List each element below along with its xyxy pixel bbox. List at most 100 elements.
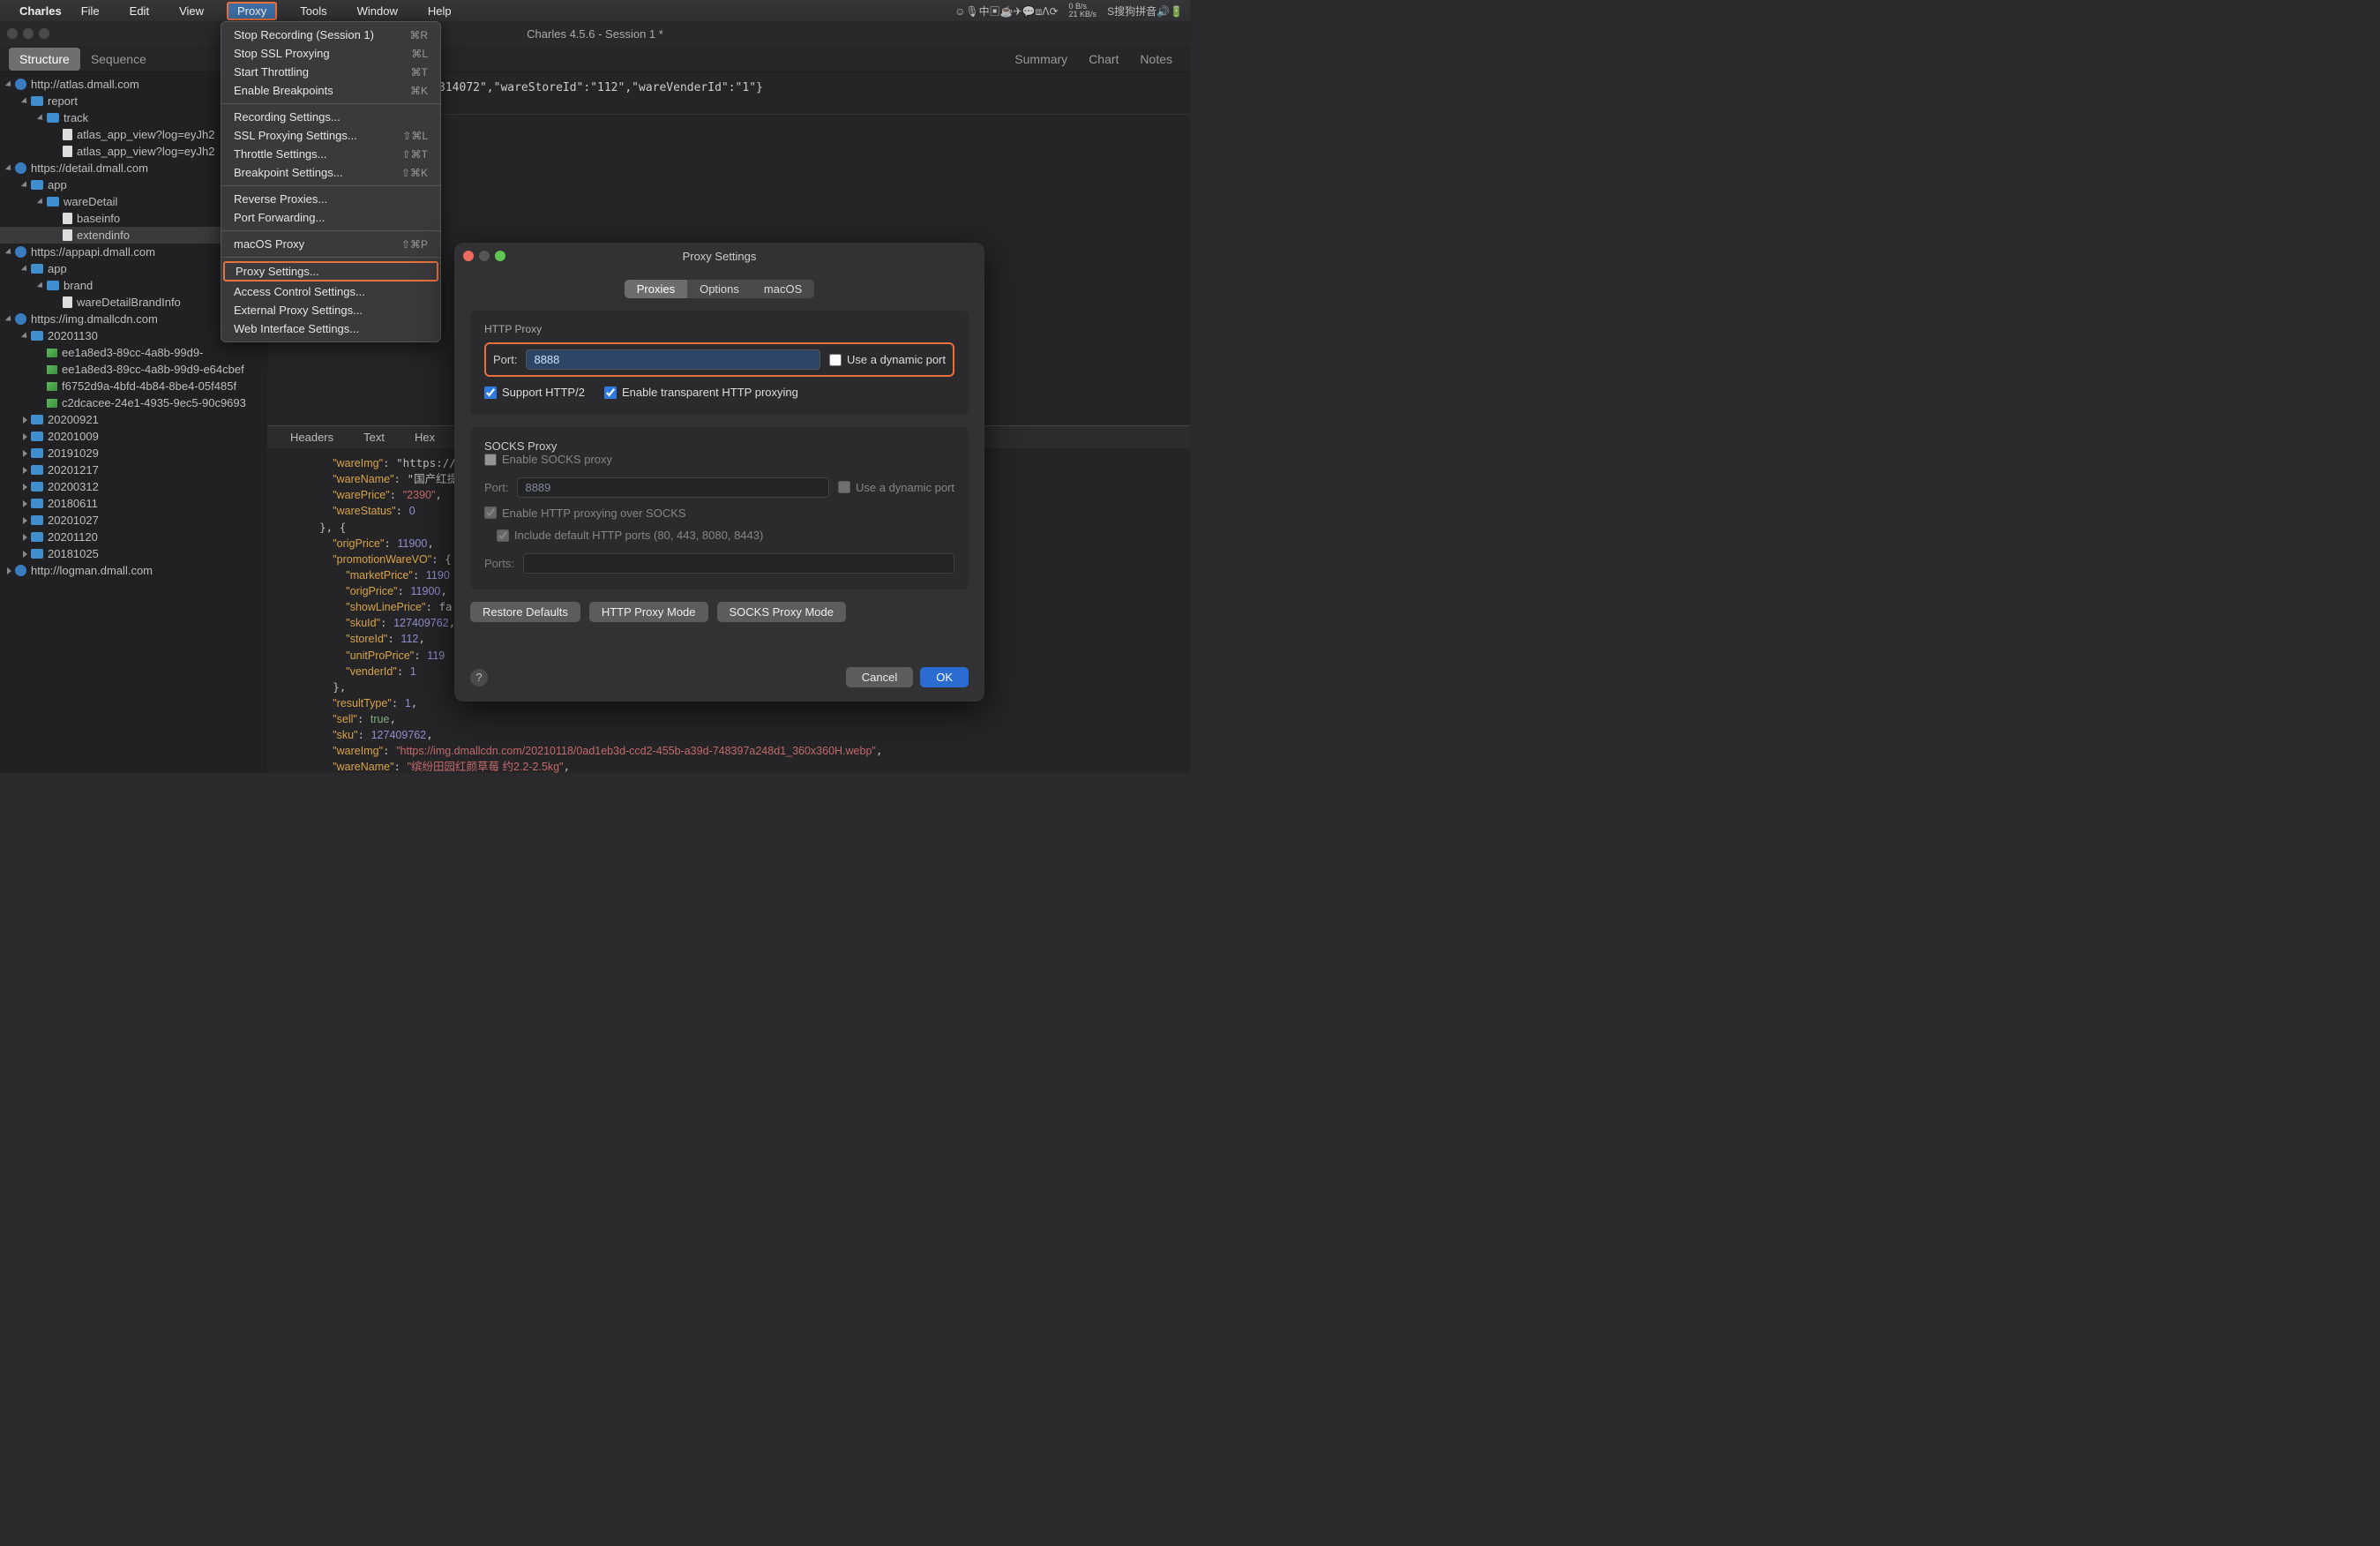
menu-item[interactable]: Stop SSL Proxying⌘L	[221, 44, 440, 63]
tree-row[interactable]: 20181025	[0, 545, 267, 562]
cancel-button[interactable]: Cancel	[846, 667, 913, 687]
folder-icon	[31, 415, 43, 424]
tree-row[interactable]: c2dcacee-24e1-4935-9ec5-90c9693	[0, 394, 267, 411]
tree-label: 20201130	[48, 329, 98, 342]
socks-title: SOCKS Proxy	[484, 439, 954, 453]
http-proxy-mode-button[interactable]: HTTP Proxy Mode	[589, 602, 708, 622]
http-over-socks-checkbox[interactable]: Enable HTTP proxying over SOCKS	[484, 507, 686, 520]
menu-tools[interactable]: Tools	[293, 3, 333, 19]
menu-item[interactable]: External Proxy Settings...	[221, 301, 440, 319]
menu-item[interactable]: Breakpoint Settings...⇧⌘K	[221, 163, 440, 182]
http-port-input[interactable]	[526, 349, 820, 370]
menu-help[interactable]: Help	[421, 3, 459, 19]
menu-item[interactable]: Recording Settings...	[221, 108, 440, 126]
view-tab-sequence[interactable]: Sequence	[80, 48, 157, 71]
tree-row[interactable]: http://logman.dmall.com	[0, 562, 267, 579]
tree-row[interactable]: 20201009	[0, 428, 267, 445]
status-icon[interactable]: ✈	[1014, 5, 1022, 18]
network-stats: 0 B/s21 KB/s	[1069, 3, 1097, 19]
http-proxy-title: HTTP Proxy	[484, 323, 954, 335]
menu-item[interactable]: Reverse Proxies...	[221, 190, 440, 208]
status-extra[interactable]: S	[1107, 5, 1114, 18]
file-icon	[63, 296, 72, 308]
socks-port-input[interactable]	[517, 477, 829, 498]
app-name[interactable]: Charles	[19, 4, 62, 18]
seg-options[interactable]: Options	[687, 280, 752, 298]
tree-label: app	[48, 178, 67, 191]
menu-item[interactable]: Throttle Settings...⇧⌘T	[221, 145, 440, 163]
status-icon[interactable]: 💬	[1022, 5, 1036, 18]
tree-row[interactable]: ee1a8ed3-89cc-4a8b-99d9-	[0, 344, 267, 361]
menu-item[interactable]: Enable Breakpoints⌘K	[221, 81, 440, 100]
tree-label: 20201217	[48, 463, 99, 477]
menu-edit[interactable]: Edit	[123, 3, 156, 19]
json-tab-text[interactable]: Text	[349, 427, 399, 447]
status-extra[interactable]: 🔊	[1156, 5, 1170, 18]
include-default-ports-checkbox[interactable]: Include default HTTP ports (80, 443, 808…	[497, 529, 763, 542]
view-tabs: StructureSequence Summary Chart Notes	[0, 46, 1190, 72]
seg-macos[interactable]: macOS	[752, 280, 814, 298]
status-extra[interactable]: 搜狗拼音	[1114, 5, 1156, 18]
tree-row[interactable]: 20201120	[0, 529, 267, 545]
tree-row[interactable]: 20201027	[0, 512, 267, 529]
status-icon[interactable]: 中	[979, 5, 990, 18]
menu-item[interactable]: SSL Proxying Settings...⇧⌘L	[221, 126, 440, 145]
menu-item[interactable]: macOS Proxy⇧⌘P	[221, 235, 440, 253]
image-icon	[47, 365, 57, 374]
tree-row[interactable]: 20200921	[0, 411, 267, 428]
tree-row[interactable]: 20200312	[0, 478, 267, 495]
menu-item[interactable]: Web Interface Settings...	[221, 319, 440, 338]
dialog-traffic-lights[interactable]	[463, 251, 505, 261]
restore-defaults-button[interactable]: Restore Defaults	[470, 602, 580, 622]
head-tab-chart[interactable]: Chart	[1089, 52, 1119, 66]
socks-proxy-mode-button[interactable]: SOCKS Proxy Mode	[717, 602, 847, 622]
menu-file[interactable]: File	[74, 3, 107, 19]
socks-dynamic-port-checkbox[interactable]: Use a dynamic port	[838, 481, 954, 494]
dialog-segments[interactable]: ProxiesOptionsmacOS	[454, 280, 984, 298]
help-button[interactable]: ?	[470, 669, 488, 687]
tree-label: 20201120	[48, 530, 98, 544]
menu-item[interactable]: Stop Recording (Session 1)⌘R	[221, 26, 440, 44]
file-icon	[63, 129, 72, 140]
socks-ports-input[interactable]	[523, 553, 954, 574]
view-tab-structure[interactable]: Structure	[9, 48, 80, 71]
folder-icon	[31, 499, 43, 508]
menu-item[interactable]: Proxy Settings...	[223, 261, 438, 281]
head-tab-notes[interactable]: Notes	[1140, 52, 1172, 66]
tree-row[interactable]: 20191029	[0, 445, 267, 462]
status-extra[interactable]: 🔋	[1170, 5, 1183, 18]
proxy-menu-dropdown[interactable]: Stop Recording (Session 1)⌘RStop SSL Pro…	[221, 21, 441, 342]
image-icon	[47, 382, 57, 391]
ok-button[interactable]: OK	[920, 667, 969, 687]
menu-item[interactable]: Start Throttling⌘T	[221, 63, 440, 81]
http-dynamic-port-checkbox[interactable]: Use a dynamic port	[829, 353, 946, 366]
dialog-title: Proxy Settings	[683, 250, 757, 263]
menu-window[interactable]: Window	[350, 3, 405, 19]
tree-row[interactable]: 20201217	[0, 462, 267, 478]
tree-row[interactable]: 20180611	[0, 495, 267, 512]
status-icon[interactable]: ▣	[990, 5, 1000, 18]
support-http2-checkbox[interactable]: Support HTTP/2	[484, 386, 585, 399]
tree-row[interactable]: ee1a8ed3-89cc-4a8b-99d9-e64cbef	[0, 361, 267, 378]
status-icon[interactable]: ⟳	[1049, 5, 1058, 18]
status-icon[interactable]: 🎙	[965, 5, 978, 18]
menu-proxy[interactable]: Proxy	[227, 2, 277, 20]
menu-view[interactable]: View	[172, 3, 211, 19]
status-icon[interactable]: ☺	[954, 5, 965, 18]
traffic-lights[interactable]	[7, 28, 49, 39]
status-icon[interactable]: ☕	[1000, 5, 1014, 18]
tree-label: 20200312	[48, 480, 99, 493]
menu-item[interactable]: Access Control Settings...	[221, 282, 440, 301]
folder-icon	[31, 448, 43, 458]
menu-item[interactable]: Port Forwarding...	[221, 208, 440, 227]
seg-proxies[interactable]: Proxies	[625, 280, 687, 298]
transparent-proxy-checkbox[interactable]: Enable transparent HTTP proxying	[604, 386, 798, 399]
head-tab-summary[interactable]: Summary	[1014, 52, 1067, 66]
json-tab-headers[interactable]: Headers	[276, 427, 348, 447]
json-tab-hex[interactable]: Hex	[400, 427, 449, 447]
folder-icon	[47, 281, 59, 290]
image-icon	[47, 399, 57, 408]
enable-socks-checkbox[interactable]: Enable SOCKS proxy	[484, 453, 612, 466]
tree-row[interactable]: f6752d9a-4bfd-4b84-8be4-05f485f	[0, 378, 267, 394]
globe-icon	[15, 162, 26, 174]
